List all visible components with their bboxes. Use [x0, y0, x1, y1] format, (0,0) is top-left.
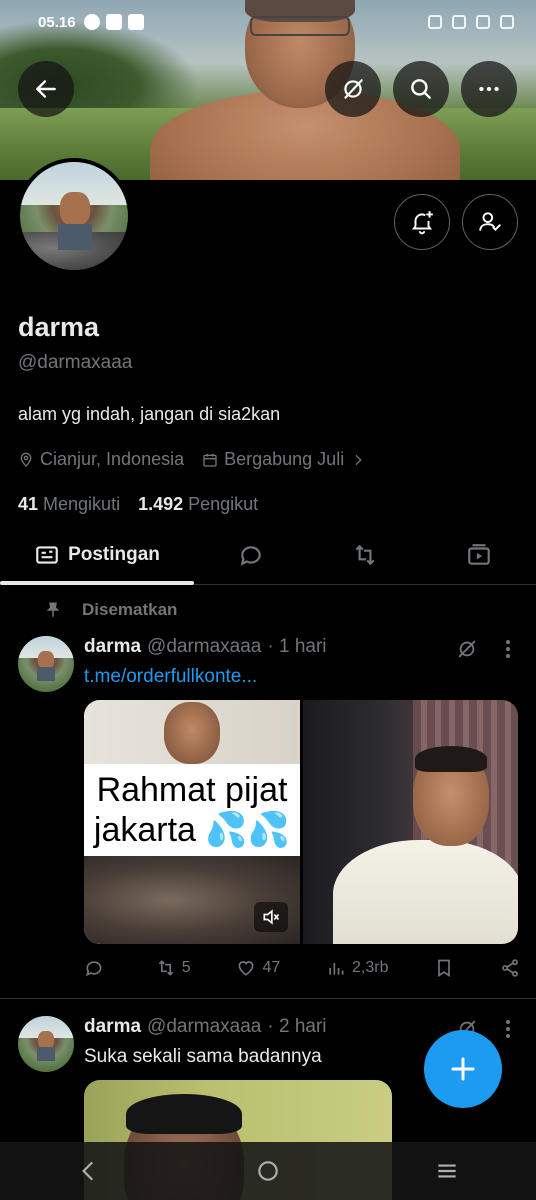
notification-icon	[83, 14, 100, 30]
posts-icon	[36, 545, 58, 564]
user-check-icon	[479, 212, 501, 231]
views-button[interactable]: 2,3rb	[326, 958, 388, 978]
joined-text: Bergabung Juli	[224, 449, 345, 469]
post-avatar[interactable]	[18, 636, 74, 692]
location-text: Cianjur, Indonesia	[40, 449, 185, 469]
nav-back-icon[interactable]	[76, 1158, 102, 1184]
grok-button[interactable]	[325, 61, 381, 117]
post-author-handle: @darmaxaaa	[147, 636, 262, 657]
like-button[interactable]: 47	[236, 958, 280, 978]
profile-joined[interactable]: Bergabung Juli	[202, 449, 366, 470]
profile-meta: Cianjur, Indonesia Bergabung Juli	[18, 449, 366, 470]
compose-post-button[interactable]	[424, 1030, 502, 1108]
mail-icon	[127, 14, 144, 30]
followers-count: 1.492	[138, 494, 184, 514]
more-vertical-icon[interactable]	[505, 1018, 511, 1040]
post-time[interactable]: · 2 hari	[267, 1016, 326, 1038]
back-button[interactable]	[18, 61, 74, 117]
arrow-left-icon	[36, 80, 56, 98]
repost-count: 5	[181, 959, 191, 976]
tab-media[interactable]	[422, 525, 536, 584]
tab-reposts[interactable]	[308, 525, 422, 584]
more-options-button[interactable]	[461, 61, 517, 117]
repost-icon	[158, 960, 174, 976]
following-count: 41	[18, 494, 39, 514]
calendar-icon	[203, 453, 217, 467]
tab-replies[interactable]	[194, 525, 308, 584]
post-link[interactable]: t.me/orderfullkonte...	[84, 666, 257, 688]
repost-icon	[355, 544, 375, 565]
bookmark-button[interactable]	[434, 958, 454, 978]
repost-button[interactable]: 5	[156, 958, 191, 978]
pin-icon	[46, 602, 60, 617]
tab-posts[interactable]: Postingan	[0, 525, 194, 585]
grok-icon	[344, 79, 363, 99]
post-actions: 5 47 2,3rb	[84, 958, 520, 978]
share-icon	[502, 959, 518, 977]
bookmark-icon	[438, 959, 451, 978]
more-horizontal-icon	[479, 86, 499, 92]
profile-tabs: Postingan	[0, 525, 536, 585]
following-button[interactable]	[462, 194, 518, 250]
post-author-name[interactable]: darma	[84, 636, 141, 658]
status-bar: 05.16	[0, 0, 536, 44]
mute-status-icon	[428, 15, 442, 29]
more-vertical-icon[interactable]	[505, 638, 511, 660]
profile-avatar[interactable]	[16, 158, 132, 274]
system-nav-bar	[0, 1142, 536, 1200]
chevron-right-icon	[355, 454, 362, 465]
profile-bio: alam yg indah, jangan di sia2kan	[18, 404, 281, 424]
heart-icon	[238, 961, 254, 976]
profile-location: Cianjur, Indonesia	[18, 449, 184, 470]
status-time: 05.16	[38, 13, 76, 31]
post-divider	[0, 998, 536, 999]
plus-icon	[451, 1057, 475, 1081]
speaker-muted-icon	[263, 909, 280, 925]
search-button[interactable]	[393, 61, 449, 117]
post-header: darma @darmaxaaa · 1 hari	[84, 636, 327, 658]
app-notification-icon	[105, 14, 122, 30]
location-pin-icon	[20, 452, 32, 467]
pinned-label: Disematkan	[82, 600, 178, 619]
following-label: Mengikuti	[43, 494, 121, 514]
replies-icon	[240, 545, 261, 566]
profile-name: darma	[18, 312, 100, 342]
post-header: darma @darmaxaaa · 2 hari	[84, 1016, 327, 1038]
follow-stats: 41 Mengikuti 1.492 Pengikut	[18, 494, 258, 515]
grok-icon[interactable]	[456, 638, 478, 660]
post-text: Suka sekali sama badannya	[84, 1046, 322, 1067]
nav-recents-icon[interactable]	[434, 1158, 460, 1184]
reply-icon	[86, 961, 102, 977]
like-count: 47	[262, 959, 281, 976]
post-avatar[interactable]	[18, 1016, 74, 1072]
view-count: 2,3rb	[352, 959, 389, 976]
wifi-icon	[452, 15, 466, 29]
post-author-handle: @darmaxaaa	[147, 1016, 262, 1037]
tab-posts-label: Postingan	[68, 543, 160, 565]
followers-label: Pengikut	[188, 494, 259, 514]
following-link[interactable]: 41 Mengikuti	[18, 494, 120, 515]
video-caption: Rahmat pijat jakarta 💦💦	[84, 764, 300, 856]
profile-handle: @darmaxaaa	[18, 352, 133, 373]
mute-button[interactable]	[254, 902, 288, 932]
post-image[interactable]	[303, 700, 518, 944]
battery-icon	[500, 15, 514, 29]
post-author-name[interactable]: darma	[84, 1016, 141, 1038]
signal-icon	[476, 15, 490, 29]
views-chart-icon	[329, 963, 344, 975]
bell-plus-icon	[411, 211, 433, 235]
nav-home-icon[interactable]	[255, 1158, 281, 1184]
reply-button[interactable]	[84, 958, 110, 978]
post-time[interactable]: · 1 hari	[267, 636, 326, 658]
notify-button[interactable]	[394, 194, 450, 250]
followers-link[interactable]: 1.492 Pengikut	[138, 494, 258, 515]
media-icon	[468, 543, 490, 565]
share-button[interactable]	[500, 958, 520, 978]
search-icon	[411, 79, 431, 99]
post-video[interactable]: Rahmat pijat jakarta 💦💦	[84, 700, 300, 944]
pinned-indicator: Disematkan	[44, 600, 177, 620]
